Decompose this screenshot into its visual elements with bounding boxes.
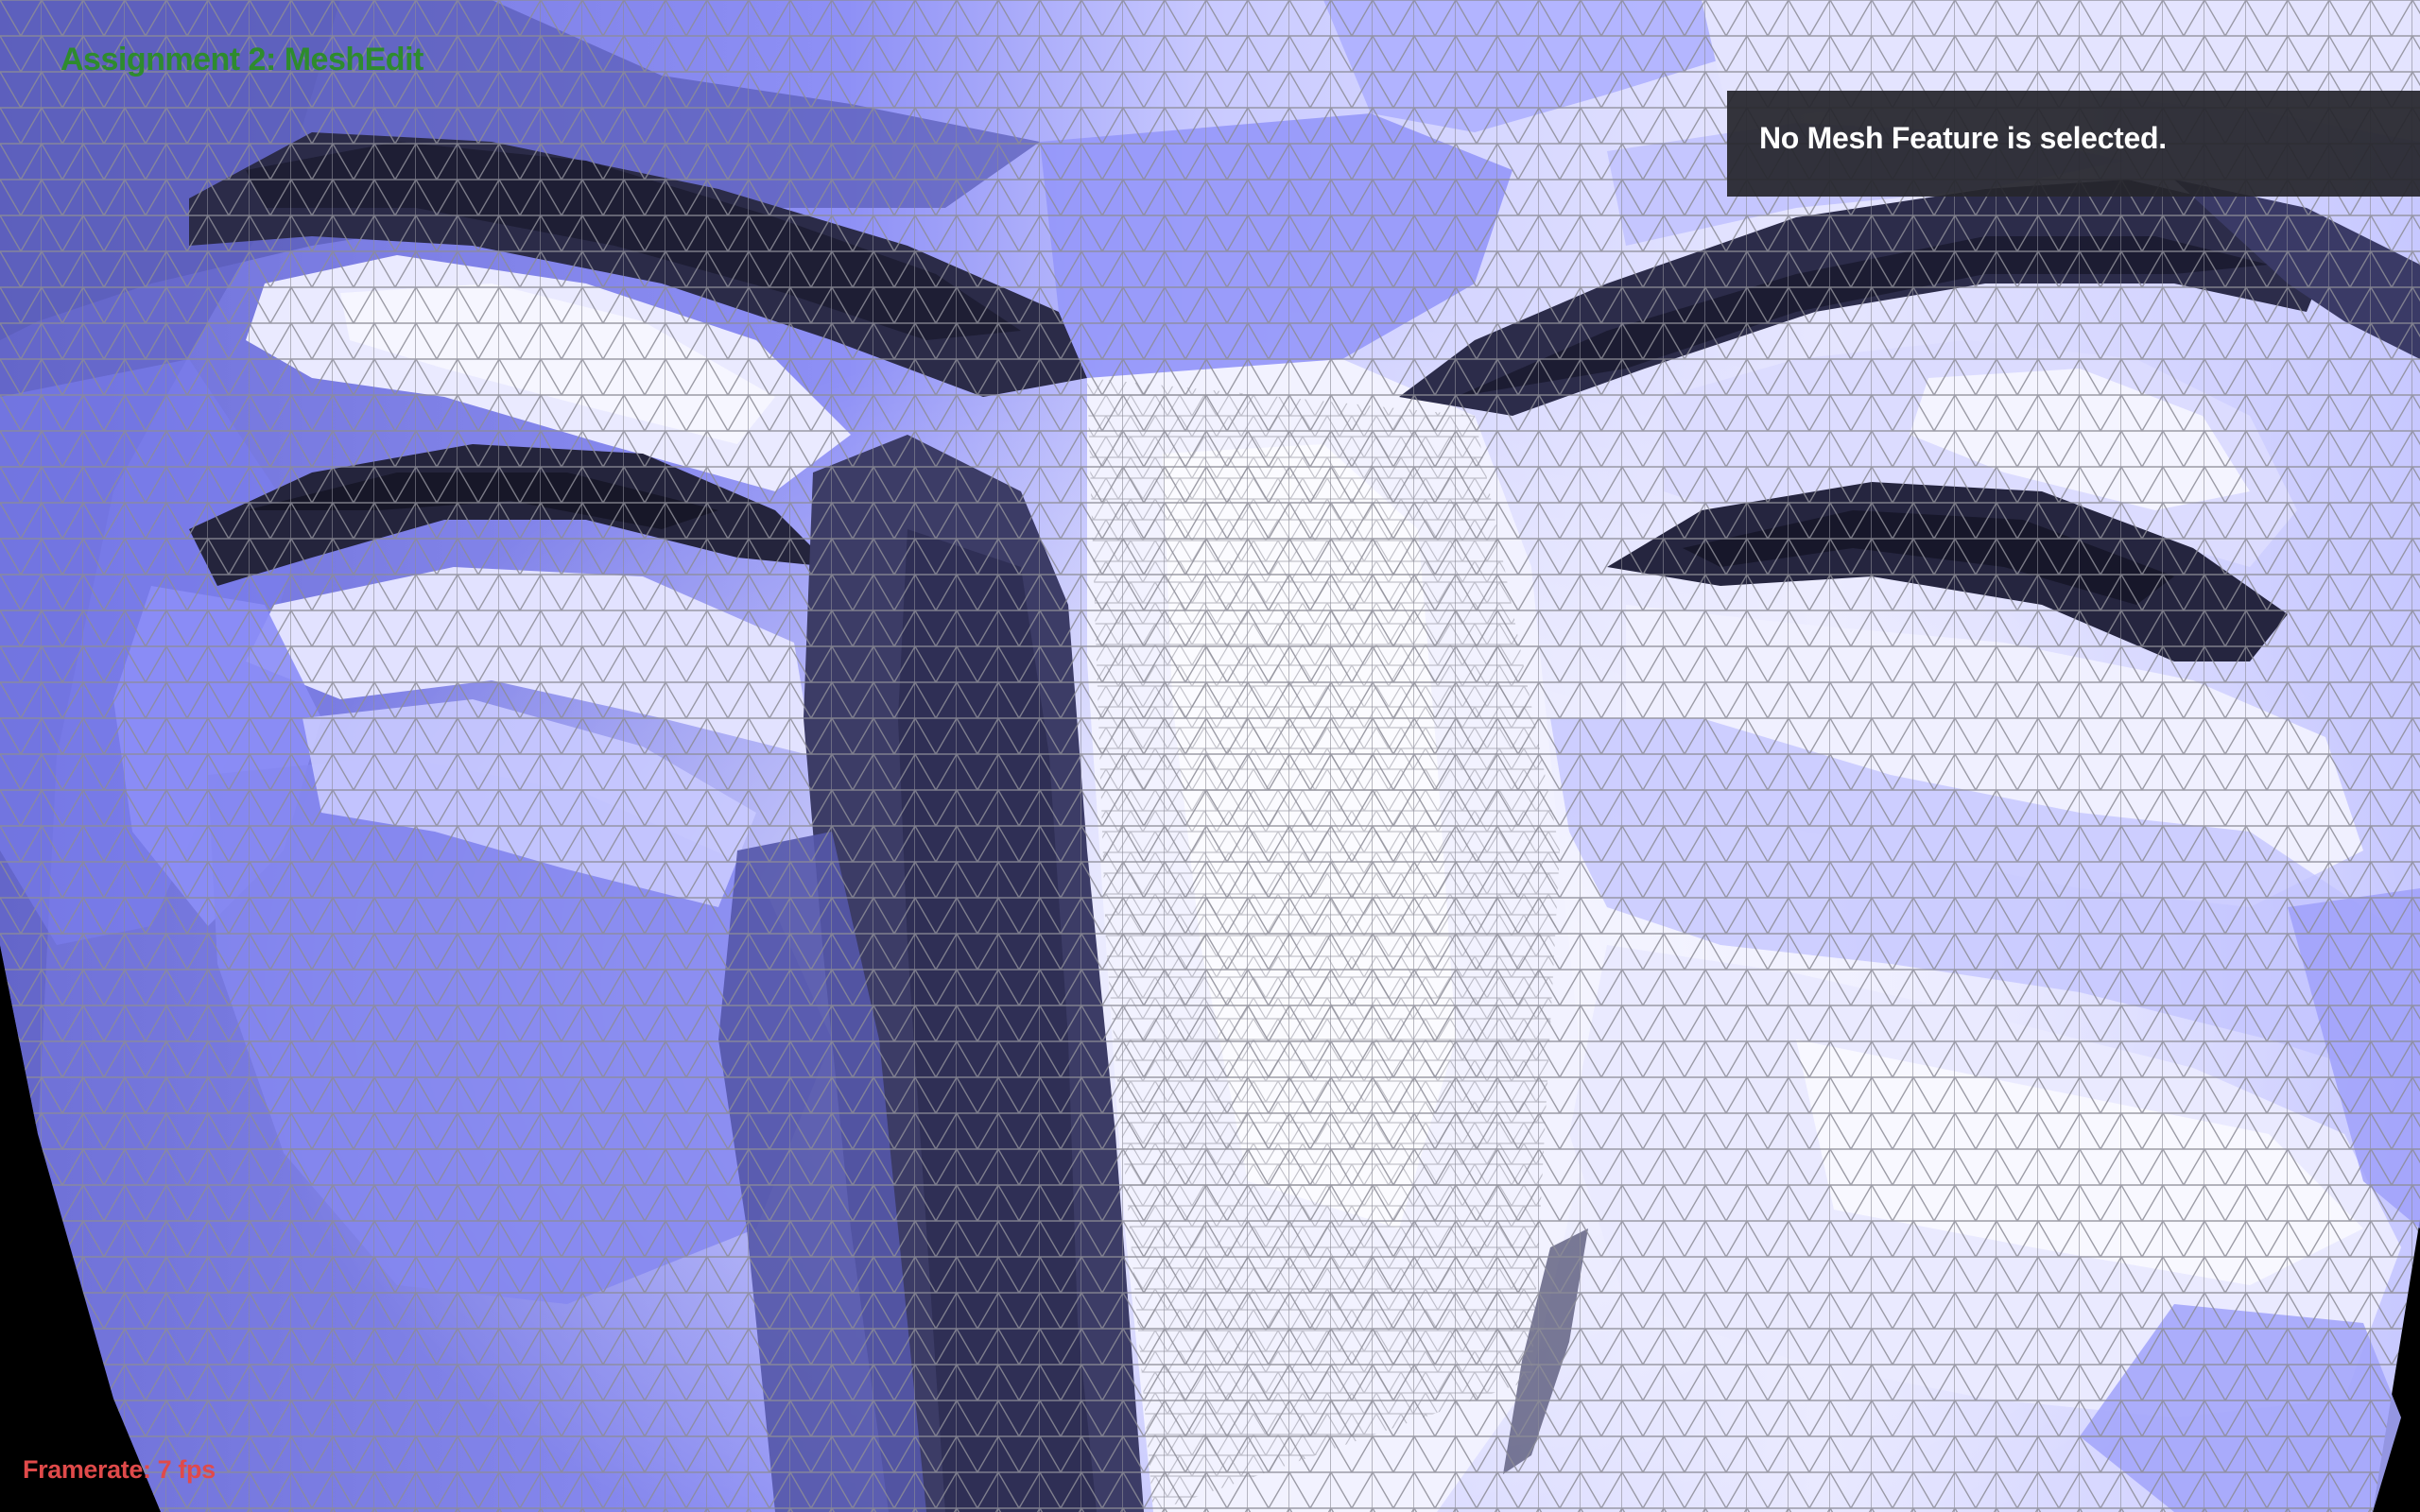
- framerate-readout: Framerate: 7 fps: [23, 1455, 216, 1485]
- mesh-render-canvas[interactable]: [0, 0, 2420, 1512]
- framerate-value: 7 fps: [157, 1455, 216, 1484]
- mesh-viewport[interactable]: Assignment 2: MeshEdit No Mesh Feature i…: [0, 0, 2420, 1512]
- framerate-label: Framerate:: [23, 1455, 151, 1484]
- app-title: Assignment 2: MeshEdit: [60, 42, 424, 77]
- head-mesh: [0, 0, 2420, 1512]
- selection-info-message: No Mesh Feature is selected.: [1759, 121, 2167, 155]
- selection-info-panel: No Mesh Feature is selected.: [1727, 91, 2420, 197]
